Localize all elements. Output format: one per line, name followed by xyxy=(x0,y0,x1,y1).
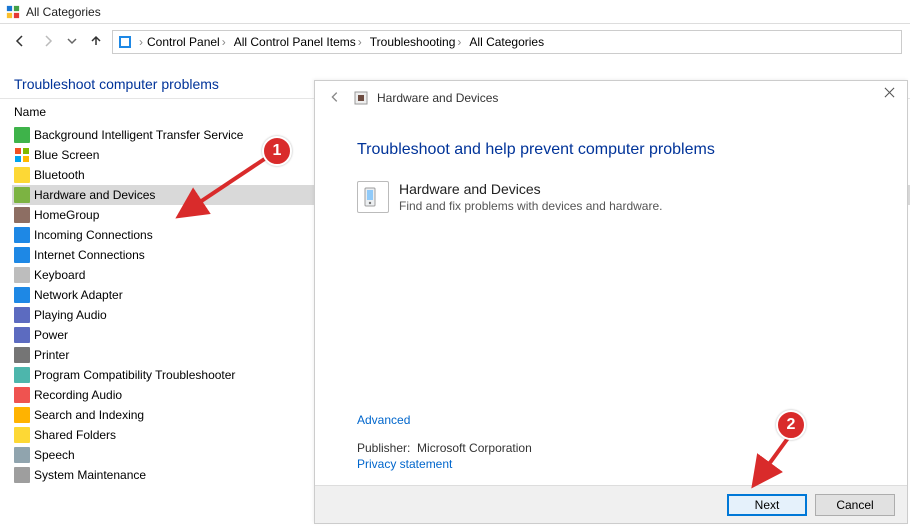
troubleshooter-item-icon xyxy=(14,407,30,423)
list-item-label: Background Intelligent Transfer Service xyxy=(34,128,243,142)
troubleshooter-item-icon xyxy=(14,187,30,203)
publisher-value: Microsoft Corporation xyxy=(417,441,532,455)
troubleshooter-item-icon xyxy=(14,167,30,183)
list-item-label: Blue Screen xyxy=(34,148,99,162)
troubleshooter-item-icon xyxy=(14,447,30,463)
window-titlebar: All Categories xyxy=(0,0,910,24)
troubleshooter-item-icon xyxy=(14,347,30,363)
chevron-right-icon: › xyxy=(457,35,461,49)
troubleshooter-item-icon xyxy=(14,127,30,143)
troubleshooter-summary: Hardware and Devices Find and fix proble… xyxy=(357,181,865,213)
publisher-label: Publisher: Microsoft Corporation xyxy=(357,441,532,455)
troubleshooter-dialog: Hardware and Devices Troubleshoot and he… xyxy=(314,80,908,524)
troubleshooter-item-icon xyxy=(14,307,30,323)
next-button[interactable]: Next xyxy=(727,494,807,516)
forward-button[interactable] xyxy=(36,30,60,54)
list-item-label: System Maintenance xyxy=(34,468,146,482)
troubleshooter-item-icon xyxy=(14,207,30,223)
list-item-label: Program Compatibility Troubleshooter xyxy=(34,368,235,382)
breadcrumb-item[interactable]: Control Panel› xyxy=(143,35,230,49)
up-button[interactable] xyxy=(84,30,108,54)
list-item-label: Hardware and Devices xyxy=(34,188,155,202)
breadcrumb[interactable]: › Control Panel› All Control Panel Items… xyxy=(112,30,902,54)
list-item-label: Internet Connections xyxy=(34,248,145,262)
dialog-body: Troubleshoot and help prevent computer p… xyxy=(315,115,907,213)
hardware-icon xyxy=(357,181,389,213)
callout-marker-1: 1 xyxy=(262,136,292,166)
cancel-button[interactable]: Cancel xyxy=(815,494,895,516)
dialog-footer: Next Cancel xyxy=(315,485,907,523)
dialog-header: Hardware and Devices xyxy=(315,81,907,115)
back-button[interactable] xyxy=(8,30,32,54)
privacy-link[interactable]: Privacy statement xyxy=(357,457,452,471)
list-item-label: Keyboard xyxy=(34,268,85,282)
list-item-label: Power xyxy=(34,328,68,342)
list-item-label: Playing Audio xyxy=(34,308,107,322)
chevron-right-icon: › xyxy=(222,35,226,49)
troubleshooter-item-icon xyxy=(14,367,30,383)
list-item-label: Recording Audio xyxy=(34,388,122,402)
troubleshooter-item-icon xyxy=(14,227,30,243)
troubleshooter-item-icon xyxy=(14,387,30,403)
list-item-label: Printer xyxy=(34,348,69,362)
list-item-label: Incoming Connections xyxy=(34,228,153,242)
chevron-down-icon xyxy=(64,33,80,52)
window-title: All Categories xyxy=(26,5,101,19)
dialog-heading: Troubleshoot and help prevent computer p… xyxy=(357,141,865,159)
breadcrumb-item[interactable]: All Categories xyxy=(465,35,548,49)
list-item-label: Search and Indexing xyxy=(34,408,144,422)
breadcrumb-item[interactable]: All Control Panel Items› xyxy=(230,35,366,49)
troubleshooter-item-icon xyxy=(14,327,30,343)
recent-locations-button[interactable] xyxy=(64,30,80,54)
list-item-label: Network Adapter xyxy=(34,288,123,302)
arrow-left-icon xyxy=(12,33,28,52)
list-item-label: Shared Folders xyxy=(34,428,116,442)
callout-marker-2: 2 xyxy=(776,410,806,440)
dialog-title: Hardware and Devices xyxy=(377,91,498,105)
arrow-up-icon xyxy=(88,33,104,52)
close-button[interactable] xyxy=(877,83,901,103)
troubleshooter-item-icon xyxy=(14,467,30,483)
troubleshooter-item-icon xyxy=(14,147,30,163)
close-icon xyxy=(884,86,895,101)
control-panel-icon xyxy=(117,34,133,50)
list-item-label: Speech xyxy=(34,448,75,462)
troubleshooter-item-icon xyxy=(14,287,30,303)
troubleshooter-item-icon xyxy=(14,247,30,263)
troubleshooter-name: Hardware and Devices xyxy=(399,181,662,197)
troubleshooter-item-icon xyxy=(14,427,30,443)
dialog-back-button[interactable] xyxy=(325,88,345,108)
list-item-label: Bluetooth xyxy=(34,168,85,182)
list-item-label: HomeGroup xyxy=(34,208,99,222)
arrow-right-icon xyxy=(40,33,56,52)
control-panel-icon xyxy=(6,5,20,19)
arrow-left-icon xyxy=(328,90,342,107)
chevron-right-icon: › xyxy=(358,35,362,49)
troubleshooter-description: Find and fix problems with devices and h… xyxy=(399,199,662,213)
navigation-bar: › Control Panel› All Control Panel Items… xyxy=(0,24,910,60)
breadcrumb-item[interactable]: Troubleshooting› xyxy=(366,35,466,49)
troubleshoot-icon xyxy=(353,90,369,106)
troubleshooter-item-icon xyxy=(14,267,30,283)
advanced-link[interactable]: Advanced xyxy=(357,413,410,427)
